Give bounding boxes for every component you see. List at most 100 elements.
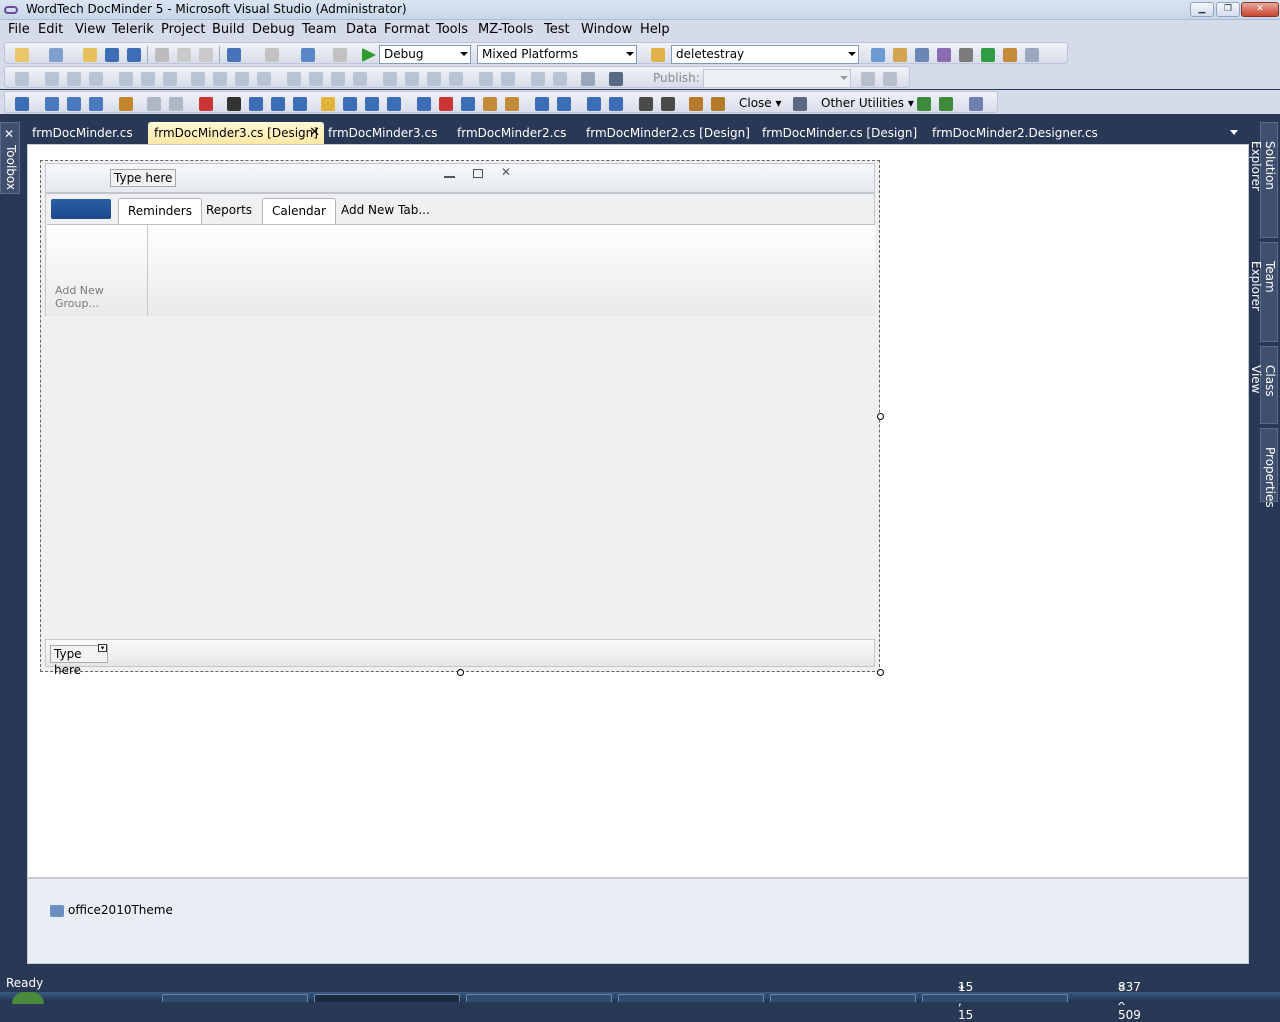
comment-icon[interactable] [147,97,161,111]
new-window-icon[interactable] [535,97,549,111]
options-icon[interactable] [917,97,931,111]
delete-icon[interactable] [199,97,213,111]
add-item-icon[interactable] [49,48,63,62]
code-window-icon[interactable] [15,97,29,111]
taskbar-button[interactable] [770,994,916,1002]
add-new-group-label[interactable]: Add New Group... [55,284,147,310]
cut-icon[interactable] [155,48,169,62]
bookmark-icon[interactable] [119,97,133,111]
align-bottoms-icon[interactable] [163,72,177,86]
vertical-spacing-icon[interactable] [383,72,397,86]
undo-icon[interactable] [227,48,241,62]
ribbon-group[interactable]: Add New Group... [47,225,148,316]
close-button[interactable]: ✕ [1241,2,1279,17]
taskbar-button[interactable] [466,994,612,1002]
export-icon[interactable] [365,97,379,111]
menu-telerik[interactable]: Telerik [110,22,156,38]
decrease-vertical-spacing-icon[interactable] [427,72,441,86]
menu-mz-tools[interactable]: MZ-Tools [476,22,535,38]
menu-data[interactable]: Data [344,22,379,38]
toolbox-icon[interactable] [959,48,973,62]
ribbon-add-new-tab[interactable]: Add New Tab... [332,198,439,224]
menu-project[interactable]: Project [159,22,207,38]
resize-handle-bottom[interactable] [457,669,464,676]
assistant-icon[interactable] [387,97,401,111]
insert-header-icon[interactable] [271,97,285,111]
database-icon[interactable] [689,97,703,111]
dropdown-arrow-icon[interactable]: ▾ [98,644,107,652]
start-page-icon[interactable] [981,48,995,62]
paste-icon[interactable] [199,48,213,62]
doc-tab-frmdocminder2-design[interactable]: frmDocMinder2.cs [Design] [580,122,756,144]
center-horizontally-icon[interactable] [479,72,493,86]
remove-vertical-spacing-icon[interactable] [449,72,463,86]
indent-lines-icon[interactable] [639,97,653,111]
refresh-icon[interactable] [343,97,357,111]
properties-window-icon[interactable] [915,48,929,62]
designed-form[interactable]: Type here ✕ Reminders Reports Calendar A… [40,160,880,677]
doc-tab-frmdocminder2-cs[interactable]: frmDocMinder2.cs [451,122,572,144]
make-same-height-icon[interactable] [213,72,227,86]
align-to-grid-icon[interactable] [15,72,29,86]
object-browser-icon[interactable] [937,48,951,62]
resize-handle-corner[interactable] [877,669,884,676]
menu-tools[interactable]: Tools [434,22,470,38]
format-options-icon[interactable] [609,72,623,86]
solution-explorer-icon[interactable] [893,48,907,62]
menu-view[interactable]: View [73,22,108,38]
center-vertically-icon[interactable] [501,72,515,86]
goto-icon[interactable] [249,97,263,111]
taskbar-button[interactable] [162,994,308,1002]
doc-tab-frmdocminder-cs[interactable]: frmDocMinder.cs [26,122,139,144]
title-type-here[interactable]: Type here [110,169,177,187]
extension-manager-icon[interactable] [1003,48,1017,62]
open-folder-icon[interactable] [83,48,97,62]
bring-to-front-icon[interactable] [531,72,545,86]
menu-window[interactable]: Window [579,22,634,38]
move-left-icon[interactable] [587,97,601,111]
increase-horizontal-spacing-icon[interactable] [309,72,323,86]
send-to-back-icon[interactable] [553,72,567,86]
publish-settings-icon[interactable] [861,72,875,86]
size-to-grid-icon[interactable] [257,72,271,86]
make-same-size-icon[interactable] [235,72,249,86]
close-tab-icon[interactable]: ✕ [309,122,320,144]
help-icon[interactable] [969,97,983,111]
wrap-code-icon[interactable] [505,97,519,111]
tab-order-icon[interactable] [581,72,595,86]
menu-debug[interactable]: Debug [250,22,297,38]
doc-tab-frmdocminder3-design[interactable]: frmDocMinder3.cs [Design] ✕ [148,122,324,144]
uncomment-icon[interactable] [169,97,183,111]
remove-lines-icon[interactable] [439,97,453,111]
align-centers-icon[interactable] [67,72,81,86]
align-tops-icon[interactable] [119,72,133,86]
class-view-tab[interactable]: Class View [1249,346,1278,424]
solution-platform-select[interactable]: Mixed Platforms [477,45,637,64]
horizontal-spacing-icon[interactable] [287,72,301,86]
tab-overflow-chevron-icon[interactable] [1230,130,1238,135]
decrease-horizontal-spacing-icon[interactable] [331,72,345,86]
move-right-icon[interactable] [609,97,623,111]
list-icon[interactable] [793,97,807,111]
align-middles-icon[interactable] [141,72,155,86]
highlight-icon[interactable] [321,97,335,111]
taskbar-button[interactable] [922,994,1068,1002]
command-window-icon[interactable] [1025,48,1039,62]
start-debugging-icon[interactable] [362,48,376,62]
select-icon[interactable] [557,97,571,111]
start-orb-icon[interactable] [12,992,44,1004]
toolbox-panel-tab[interactable]: ✕ Toolbox [0,122,20,194]
ribbon-tab-reports[interactable]: Reports [197,198,261,224]
menu-file[interactable]: File [6,22,32,38]
navigate-backward-icon[interactable] [301,48,315,62]
align-rights-icon[interactable] [89,72,103,86]
align-lefts-icon[interactable] [45,72,59,86]
menu-help[interactable]: Help [638,22,672,38]
outdent-lines-icon[interactable] [661,97,675,111]
redo-icon[interactable] [265,48,279,62]
settings-icon[interactable] [939,97,953,111]
make-same-width-icon[interactable] [191,72,205,86]
insert-procedure-icon[interactable] [293,97,307,111]
solution-configuration-select[interactable]: Debug [379,45,471,64]
resize-handle-right[interactable] [877,413,884,420]
